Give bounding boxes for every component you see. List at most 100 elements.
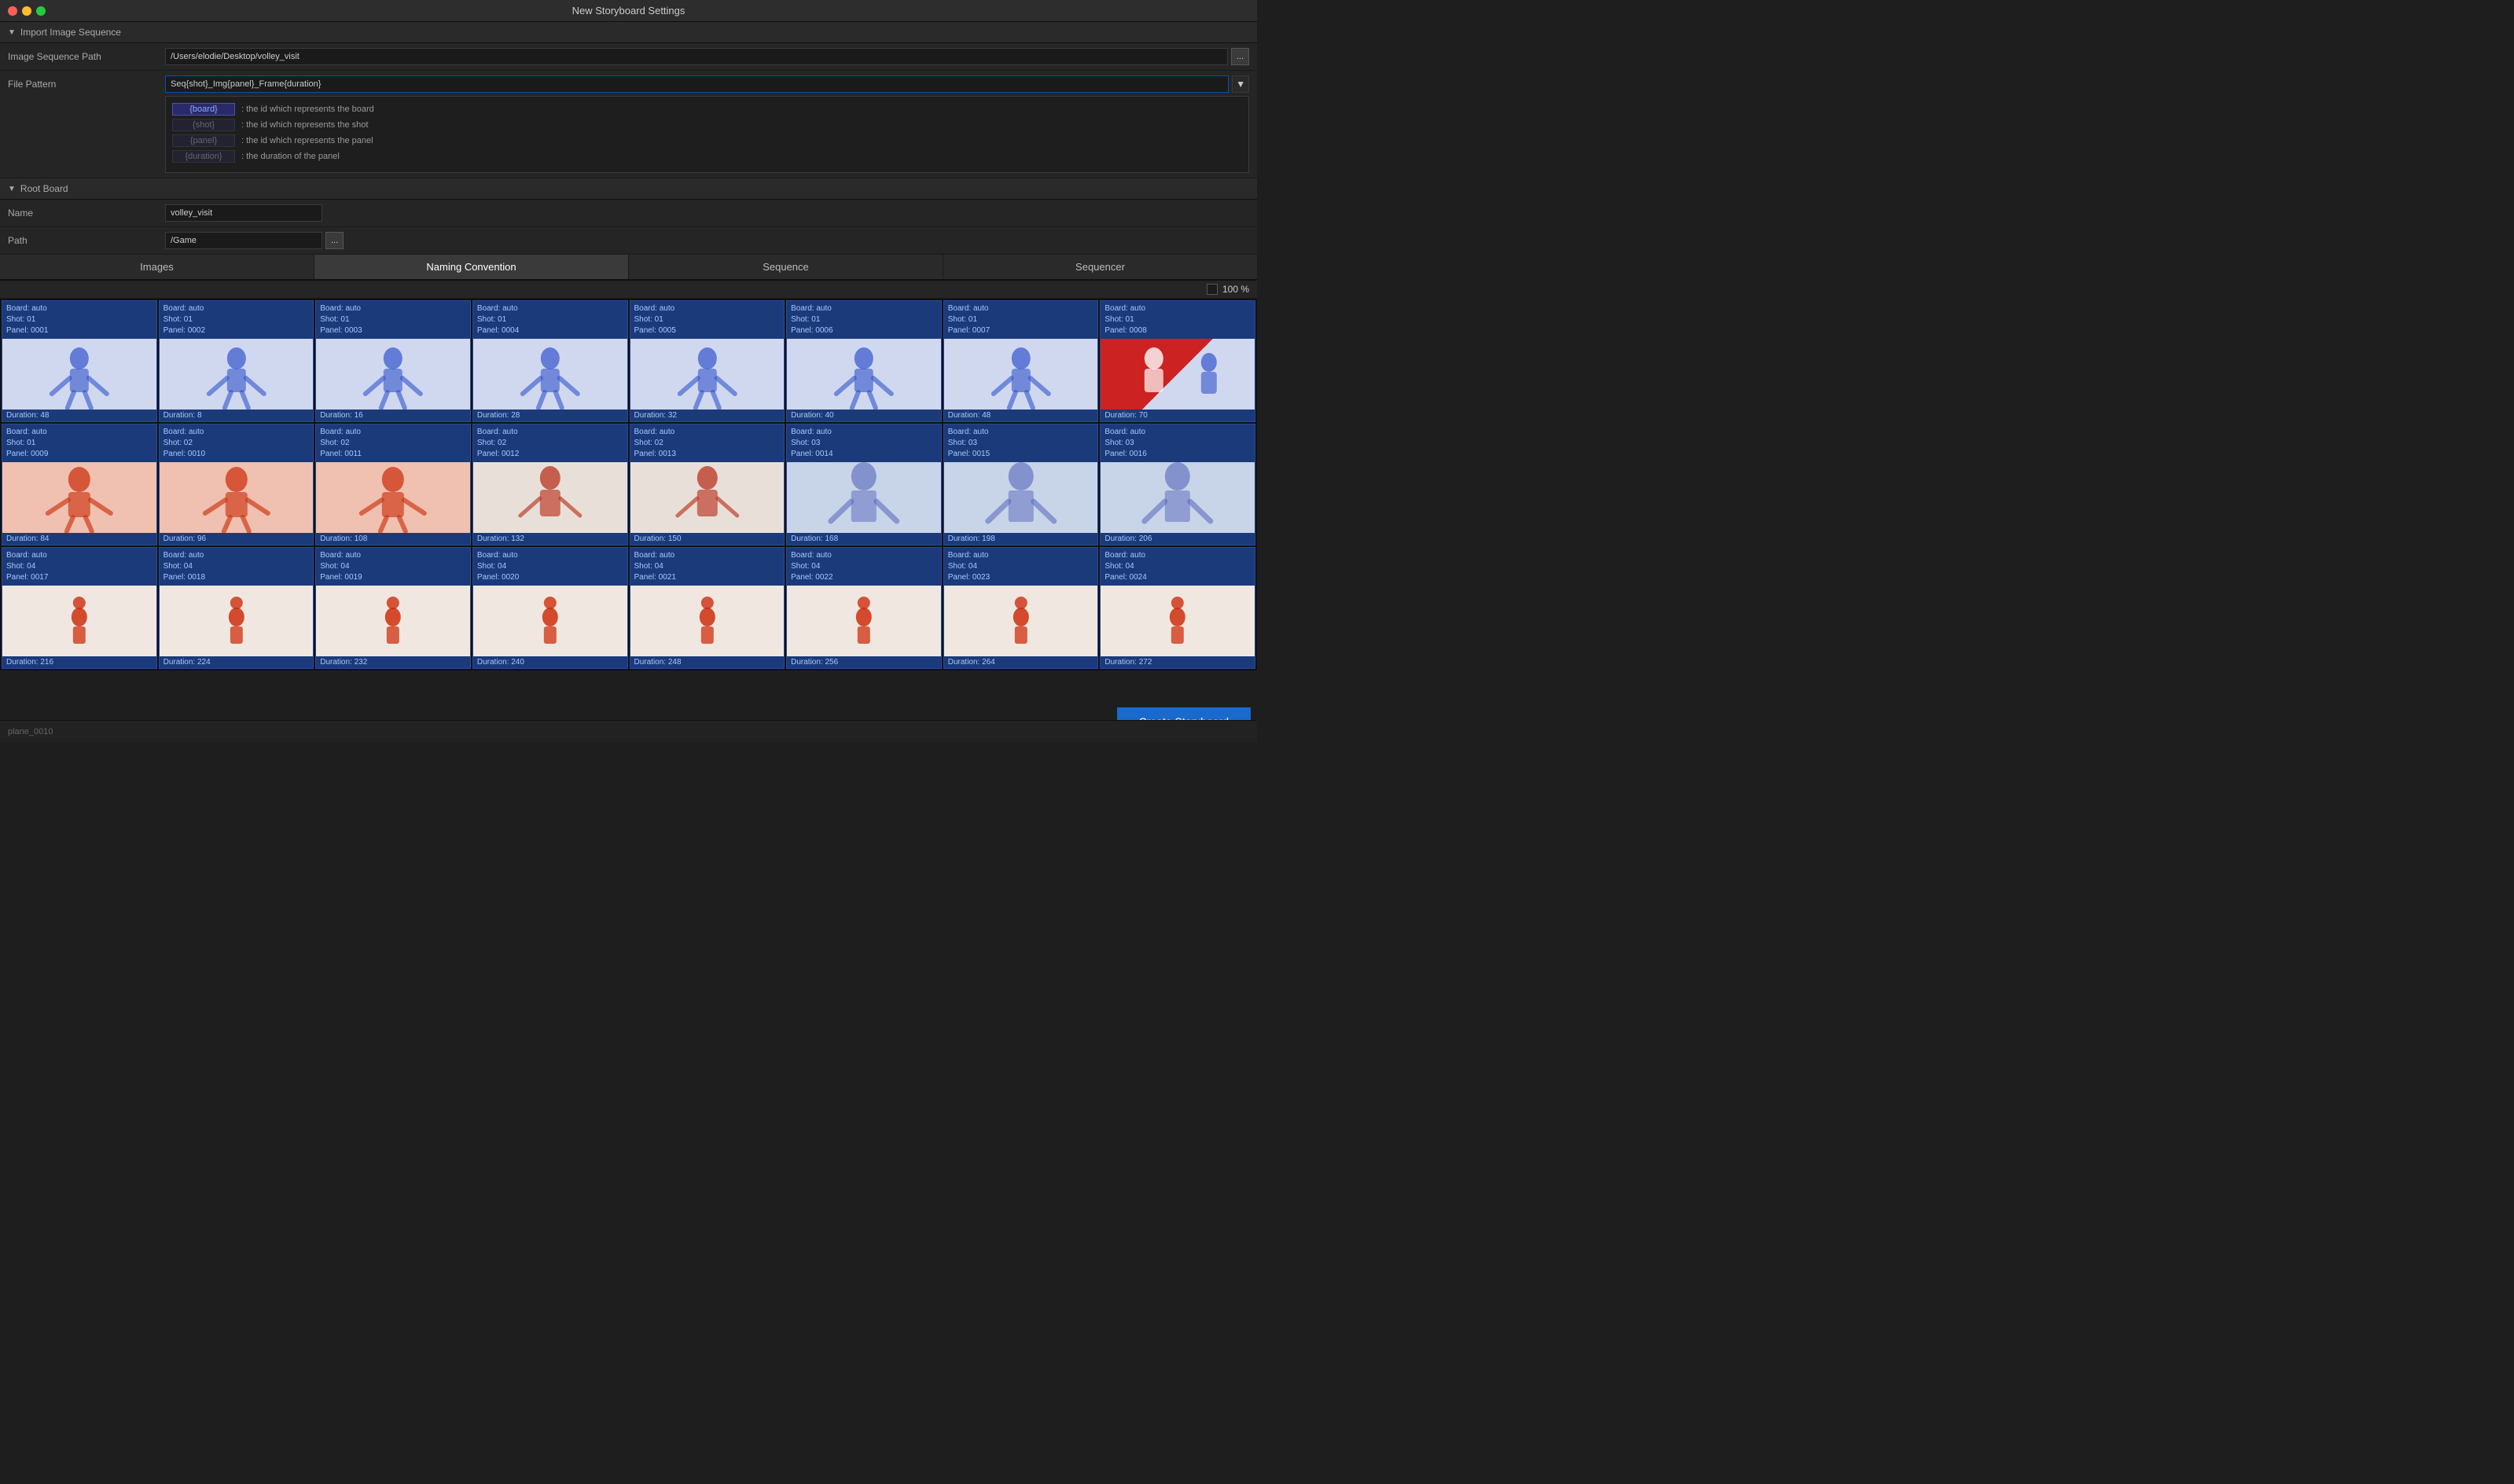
panel-number: Panel: 0022 <box>791 572 937 583</box>
panel-info: Board: auto Shot: 04 Panel: 0022 <box>787 548 941 586</box>
panel-image <box>787 339 941 410</box>
panel-card[interactable]: Board: auto Shot: 03 Panel: 0015 Duratio… <box>943 424 1099 545</box>
panel-card[interactable]: Board: auto Shot: 01 Panel: 0009 Duratio… <box>2 424 157 545</box>
panel-duration: Duration: 108 <box>316 533 470 545</box>
panel-board: Board: auto <box>791 303 937 314</box>
root-board-browse-button[interactable]: ... <box>325 232 344 249</box>
panel-card[interactable]: Board: auto Shot: 04 Panel: 0023 Duratio… <box>943 547 1099 669</box>
panel-card[interactable]: Board: auto Shot: 02 Panel: 0013 Duratio… <box>630 424 785 545</box>
panel-shot: Shot: 01 <box>6 438 153 449</box>
panel-image <box>787 586 941 656</box>
panel-shot: Shot: 04 <box>1104 561 1251 572</box>
tab-images[interactable]: Images <box>0 255 314 279</box>
tab-sequencer[interactable]: Sequencer <box>943 255 1257 279</box>
panel-board: Board: auto <box>6 303 153 314</box>
tab-sequence[interactable]: Sequence <box>629 255 943 279</box>
panel-number: Panel: 0001 <box>6 325 153 336</box>
root-board-arrow-icon: ▼ <box>8 185 16 193</box>
token-table: {board} : the id which represents the bo… <box>165 96 1249 173</box>
panel-card[interactable]: Board: auto Shot: 04 Panel: 0021 Duratio… <box>630 547 785 669</box>
panel-card[interactable]: Board: auto Shot: 04 Panel: 0024 Duratio… <box>1100 547 1255 669</box>
panel-card[interactable]: Board: auto Shot: 04 Panel: 0019 Duratio… <box>315 547 471 669</box>
path-row: ... <box>165 48 1249 65</box>
panel-duration: Duration: 96 <box>160 533 314 545</box>
panel-card[interactable]: Board: auto Shot: 01 Panel: 0008 Duratio… <box>1100 300 1255 422</box>
panel-duration: Duration: 248 <box>630 656 785 668</box>
panel-image <box>1101 586 1255 656</box>
token-duration-desc: : the duration of the panel <box>241 152 340 161</box>
panel-image <box>630 462 785 533</box>
panel-shot: Shot: 01 <box>6 314 153 325</box>
panel-card[interactable]: Board: auto Shot: 04 Panel: 0022 Duratio… <box>786 547 942 669</box>
panel-image <box>2 339 156 410</box>
panel-info: Board: auto Shot: 04 Panel: 0023 <box>944 548 1098 586</box>
panel-image <box>160 462 314 533</box>
bottom-bar: plane_0010 <box>0 720 1257 742</box>
panel-shot: Shot: 03 <box>791 438 937 449</box>
panel-card[interactable]: Board: auto Shot: 01 Panel: 0003 Duratio… <box>315 300 471 422</box>
panel-image <box>787 462 941 533</box>
token-panel-desc: : the id which represents the panel <box>241 136 373 145</box>
import-section-header[interactable]: ▼ Import Image Sequence <box>0 22 1257 43</box>
token-shot-row: {shot} : the id which represents the sho… <box>172 119 1242 131</box>
root-board-path-input-row: ... <box>165 232 1249 249</box>
root-board-path-input[interactable] <box>165 232 322 249</box>
tab-naming-convention[interactable]: Naming Convention <box>314 255 629 279</box>
file-pattern-input[interactable] <box>165 75 1229 93</box>
panel-board: Board: auto <box>6 550 153 561</box>
maximize-button[interactable] <box>36 6 46 16</box>
panel-board: Board: auto <box>1104 550 1251 561</box>
panel-card[interactable]: Board: auto Shot: 04 Panel: 0018 Duratio… <box>159 547 314 669</box>
image-sequence-path-input[interactable] <box>165 48 1228 65</box>
panel-number: Panel: 0003 <box>320 325 466 336</box>
panel-shot: Shot: 04 <box>164 561 310 572</box>
panel-number: Panel: 0011 <box>320 449 466 460</box>
panel-duration: Duration: 168 <box>787 533 941 545</box>
panel-info: Board: auto Shot: 03 Panel: 0014 <box>787 424 941 462</box>
root-board-name-input[interactable] <box>165 204 322 222</box>
panel-info: Board: auto Shot: 03 Panel: 0015 <box>944 424 1098 462</box>
panel-board: Board: auto <box>948 550 1094 561</box>
panel-card[interactable]: Board: auto Shot: 01 Panel: 0006 Duratio… <box>786 300 942 422</box>
panel-card[interactable]: Board: auto Shot: 01 Panel: 0002 Duratio… <box>159 300 314 422</box>
panel-info: Board: auto Shot: 04 Panel: 0017 <box>2 548 156 586</box>
panel-info: Board: auto Shot: 01 Panel: 0009 <box>2 424 156 462</box>
panel-number: Panel: 0012 <box>477 449 623 460</box>
panel-card[interactable]: Board: auto Shot: 04 Panel: 0020 Duratio… <box>472 547 628 669</box>
zoom-checkbox[interactable] <box>1207 284 1218 295</box>
panel-card[interactable]: Board: auto Shot: 02 Panel: 0011 Duratio… <box>315 424 471 545</box>
panel-shot: Shot: 01 <box>791 314 937 325</box>
panel-info: Board: auto Shot: 03 Panel: 0016 <box>1101 424 1255 462</box>
panel-card[interactable]: Board: auto Shot: 01 Panel: 0004 Duratio… <box>472 300 628 422</box>
panel-card[interactable]: Board: auto Shot: 01 Panel: 0007 Duratio… <box>943 300 1099 422</box>
panel-card[interactable]: Board: auto Shot: 01 Panel: 0001 Duratio… <box>2 300 157 422</box>
panel-card[interactable]: Board: auto Shot: 04 Panel: 0017 Duratio… <box>2 547 157 669</box>
panel-duration: Duration: 232 <box>316 656 470 668</box>
panel-info: Board: auto Shot: 01 Panel: 0002 <box>160 301 314 339</box>
panel-shot: Shot: 01 <box>634 314 781 325</box>
panel-card[interactable]: Board: auto Shot: 03 Panel: 0014 Duratio… <box>786 424 942 545</box>
panel-shot: Shot: 01 <box>164 314 310 325</box>
panel-board: Board: auto <box>164 427 310 438</box>
panel-board: Board: auto <box>634 550 781 561</box>
panel-duration: Duration: 16 <box>316 410 470 421</box>
panel-number: Panel: 0020 <box>477 572 623 583</box>
panel-card[interactable]: Board: auto Shot: 03 Panel: 0016 Duratio… <box>1100 424 1255 545</box>
root-board-section-header[interactable]: ▼ Root Board <box>0 178 1257 200</box>
minimize-button[interactable] <box>22 6 31 16</box>
file-pattern-dropdown[interactable]: ▼ <box>1232 75 1249 93</box>
close-button[interactable] <box>8 6 17 16</box>
panel-duration: Duration: 48 <box>944 410 1098 421</box>
panel-card[interactable]: Board: auto Shot: 01 Panel: 0005 Duratio… <box>630 300 785 422</box>
panel-card[interactable]: Board: auto Shot: 02 Panel: 0010 Duratio… <box>159 424 314 545</box>
panel-number: Panel: 0021 <box>634 572 781 583</box>
panel-card[interactable]: Board: auto Shot: 02 Panel: 0012 Duratio… <box>472 424 628 545</box>
token-board-desc: : the id which represents the board <box>241 105 374 114</box>
panel-shot: Shot: 04 <box>791 561 937 572</box>
panel-image <box>630 339 785 410</box>
panel-info: Board: auto Shot: 01 Panel: 0004 <box>473 301 627 339</box>
image-sequence-browse-button[interactable]: ... <box>1231 48 1249 65</box>
panel-board: Board: auto <box>320 427 466 438</box>
panel-info: Board: auto Shot: 01 Panel: 0008 <box>1101 301 1255 339</box>
panel-board: Board: auto <box>1104 303 1251 314</box>
